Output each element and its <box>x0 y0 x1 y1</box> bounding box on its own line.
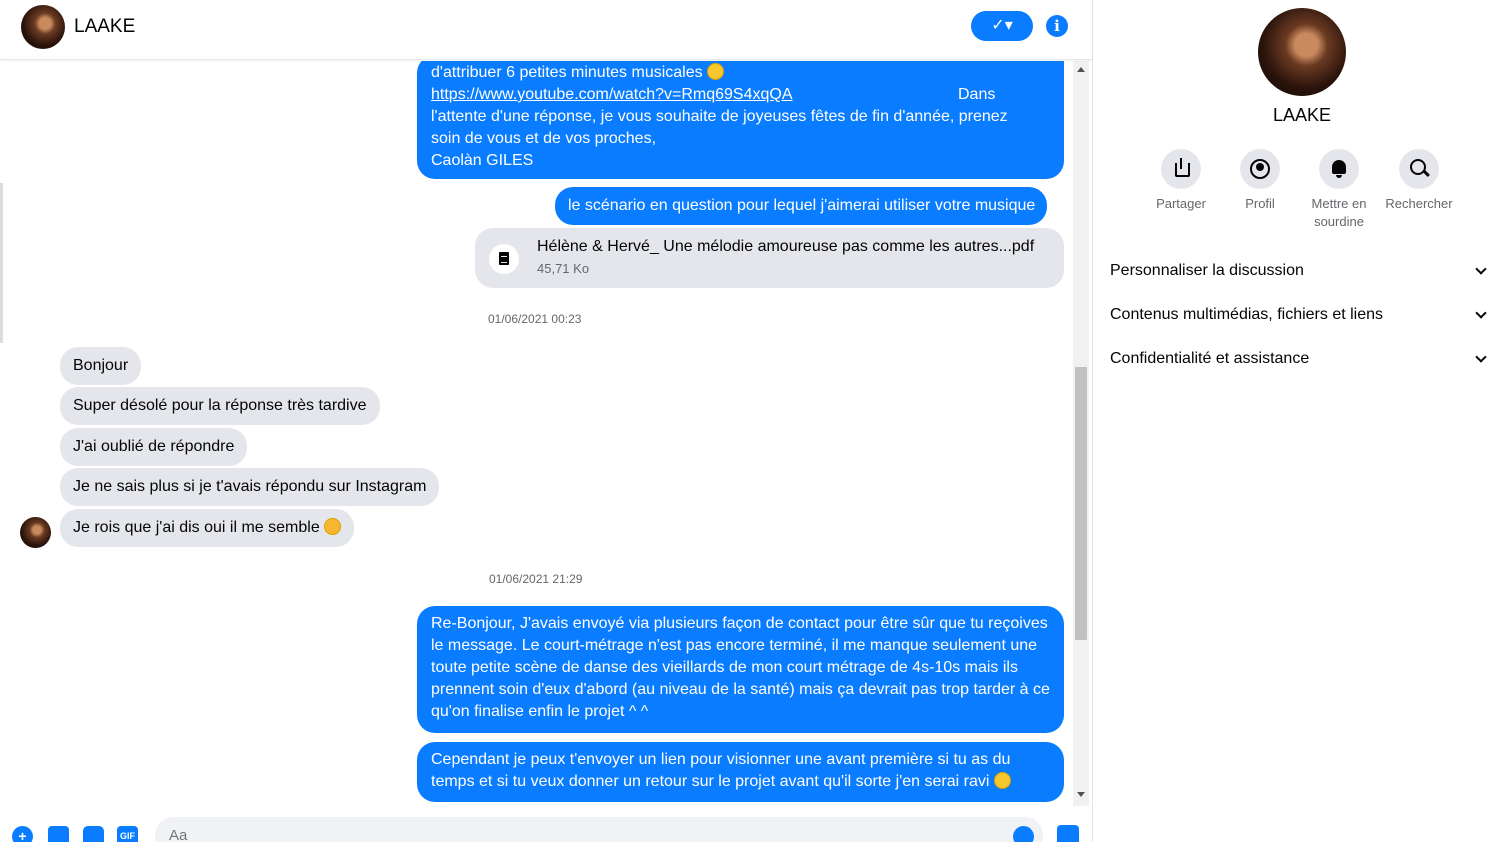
chevron-down-icon <box>1475 307 1487 319</box>
message-text: l'attente d'une réponse, je vous souhait… <box>431 108 1008 147</box>
youtube-link[interactable]: https://www.youtube.com/watch?v=Rmq69S4x… <box>431 86 793 103</box>
emoji-picker-icon[interactable] <box>1013 826 1034 842</box>
outgoing-message: le scénario en question pour lequel j'ai… <box>555 187 1048 225</box>
panel-avatar <box>1258 8 1346 96</box>
outgoing-message: d'attribuer 6 petites minutes musicales … <box>417 61 1064 179</box>
file-size: 45,71 Ko <box>537 261 590 276</box>
thumbs-up-icon[interactable] <box>1057 825 1079 842</box>
message-text: d'attribuer 6 petites minutes musicales <box>431 64 703 81</box>
incoming-message: Je ne sais plus si je t'avais répondu su… <box>60 468 440 506</box>
incoming-message: Je rois que j'ai dis oui il me semble <box>60 509 355 547</box>
file-name[interactable]: Hélène & Hervé_ Une mélodie amoureuse pa… <box>537 238 1034 256</box>
section-label: Personnaliser la discussion <box>1110 262 1304 279</box>
panel-contact-name: LAAKE <box>1272 105 1332 125</box>
composer: + GIF <box>0 808 1092 842</box>
timestamp: 01/06/2021 21:29 <box>489 572 583 586</box>
messenger-app: LAAKE ✓▾ i d'attribuer 6 petites minutes… <box>0 0 1498 842</box>
chevron-down-icon <box>1475 263 1487 275</box>
plus-icon[interactable]: + <box>12 826 33 842</box>
outgoing-message: Re-Bonjour, J'avais envoyé via plusieurs… <box>417 606 1064 733</box>
image-icon[interactable] <box>48 826 69 842</box>
left-edge-strip <box>0 183 3 343</box>
incoming-message: Bonjour <box>60 347 142 385</box>
profile-label: Profil <box>1245 196 1275 211</box>
incoming-message: J'ai oublié de répondre <box>60 428 248 466</box>
share-button[interactable]: Partager <box>1141 149 1221 213</box>
mute-button[interactable]: Mettre en sourdine <box>1299 149 1379 231</box>
media-files-links-section[interactable]: Contenus multimédias, fichiers et liens <box>1110 306 1494 330</box>
chat-header: LAAKE ✓▾ i <box>0 0 1092 60</box>
customize-chat-section[interactable]: Personnaliser la discussion <box>1110 262 1494 286</box>
smiley-emoji-icon <box>993 772 1011 789</box>
message-input[interactable] <box>155 817 1043 842</box>
file-attachment[interactable]: Hélène & Hervé_ Une mélodie amoureuse pa… <box>475 228 1064 288</box>
timestamp: 01/06/2021 00:23 <box>488 312 582 326</box>
conversation-info-panel: LAAKE Partager Profil Mettre en sourdine… <box>1094 0 1498 842</box>
contact-name[interactable]: LAAKE <box>74 16 135 38</box>
chevron-down-icon <box>1475 351 1487 363</box>
mute-label: Mettre en sourdine <box>1311 196 1367 229</box>
smiley-emoji-icon <box>707 63 725 80</box>
incoming-message: Super désolé pour la réponse très tardiv… <box>60 387 380 425</box>
share-icon[interactable] <box>1161 149 1201 189</box>
message-text: Je rois que j'ai dis oui il me semble <box>73 519 320 536</box>
bell-icon[interactable] <box>1319 149 1359 189</box>
profile-button[interactable]: Profil <box>1220 149 1300 213</box>
message-text: Cependant je peux t'envoyer un lien pour… <box>431 751 1011 790</box>
share-label: Partager <box>1156 196 1206 211</box>
document-icon <box>489 244 519 274</box>
scroll-thumb[interactable] <box>1075 367 1087 640</box>
search-button[interactable]: Rechercher <box>1379 149 1459 213</box>
message-list: d'attribuer 6 petites minutes musicales … <box>4 61 1072 806</box>
section-label: Confidentialité et assistance <box>1110 350 1310 367</box>
message-signature: Caolàn GILES <box>431 152 534 169</box>
privacy-support-section[interactable]: Confidentialité et assistance <box>1110 350 1494 374</box>
sticker-icon[interactable] <box>83 826 104 842</box>
contact-avatar[interactable] <box>21 5 65 49</box>
message-text: Dans <box>958 86 996 103</box>
section-label: Contenus multimédias, fichiers et liens <box>1110 306 1384 323</box>
scroll-down-arrow-icon[interactable] <box>1077 792 1085 797</box>
search-icon[interactable] <box>1399 149 1439 189</box>
profile-icon[interactable] <box>1240 149 1280 189</box>
chat-column: LAAKE ✓▾ i d'attribuer 6 petites minutes… <box>0 0 1093 842</box>
message-scrollbar[interactable] <box>1073 61 1089 806</box>
smiling-emoji-icon <box>324 518 342 535</box>
info-icon[interactable]: i <box>1046 15 1068 37</box>
scroll-up-arrow-icon[interactable] <box>1077 67 1085 72</box>
gif-icon[interactable]: GIF <box>117 826 138 842</box>
search-label: Rechercher <box>1385 196 1453 211</box>
mark-read-button[interactable]: ✓▾ <box>971 11 1033 41</box>
outgoing-message: Cependant je peux t'envoyer un lien pour… <box>417 742 1064 802</box>
sender-avatar[interactable] <box>20 517 51 548</box>
